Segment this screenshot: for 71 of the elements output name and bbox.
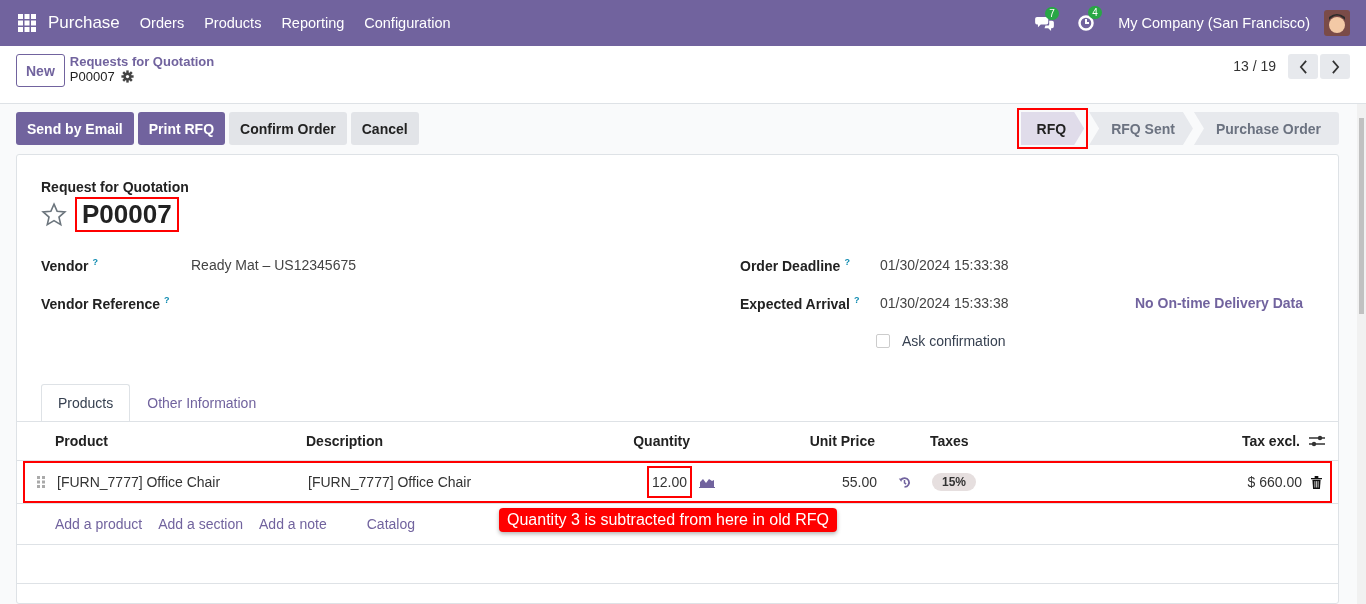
add-line-link[interactable]: Add a product	[55, 516, 143, 532]
table-cell-text: [FURN_7777] Office Chair	[308, 474, 473, 490]
add-line-link[interactable]: Catalog	[366, 516, 415, 532]
add-line-link[interactable]: Add a note	[259, 516, 327, 532]
column-header[interactable]: Tax excl.	[1100, 433, 1300, 449]
record-title: P00007	[75, 197, 179, 232]
form-subtitle: Request for Quotation	[41, 179, 190, 195]
nav-menu-item[interactable]: Orders	[139, 15, 185, 31]
notebook-tab[interactable]: Other Information	[130, 384, 274, 421]
column-header[interactable]: Quantity	[560, 433, 690, 449]
status-stage[interactable]: RFQ Sent	[1089, 112, 1193, 145]
history-icon[interactable]	[898, 475, 911, 489]
action-button[interactable]: Send by Email	[16, 112, 134, 145]
column-header[interactable]: Product	[55, 433, 306, 449]
chevron-left-icon	[1298, 59, 1308, 74]
field-label: Vendor Reference	[41, 295, 161, 312]
breadcrumb-link[interactable]: Requests for Quotation	[69, 54, 215, 69]
status-stage[interactable]: RFQ	[1020, 112, 1085, 145]
pager-counter: 13 / 19	[1233, 58, 1276, 74]
order-line-row[interactable]: [FURN_7777] Office Chair [FURN_7777] Office Chair 12.00 55.00 15% $ 660.00	[23, 461, 1332, 503]
drag-handle-icon[interactable]	[37, 476, 45, 488]
nav-menu-item[interactable]: Reporting	[281, 15, 345, 31]
status-stage[interactable]: Purchase Order	[1193, 112, 1339, 145]
company-switcher[interactable]: My Company (San Francisco)	[1118, 15, 1310, 31]
clock-icon[interactable]	[1078, 15, 1095, 31]
on-time-delivery-link[interactable]: No On-time Delivery Data	[1134, 295, 1303, 311]
table-cell-text: 55.00	[840, 474, 877, 490]
field-value[interactable]: 01/30/2024 15:33:38	[880, 257, 1009, 273]
apps-menu-icon[interactable]	[18, 14, 36, 32]
record-name: P00007	[69, 69, 115, 84]
nav-menu-item[interactable]: Products	[204, 15, 262, 31]
table-cell-text: [FURN_7777] Office Chair	[57, 474, 222, 490]
activity-count-badge: 4	[1088, 6, 1102, 19]
field-label: Expected Arrival	[740, 295, 850, 312]
column-header[interactable]: Unit Price	[720, 433, 875, 449]
action-button[interactable]: Print RFQ	[137, 112, 226, 145]
message-count-badge: 7	[1045, 6, 1059, 20]
trash-icon[interactable]	[1310, 475, 1322, 489]
table-cell-text: $ 660.00	[1246, 474, 1302, 490]
help-tooltip[interactable]: ?	[854, 294, 860, 305]
column-header[interactable]: Taxes	[930, 433, 1100, 449]
quantity-cell: 12.00	[646, 466, 692, 498]
nav-menu-item[interactable]: Configuration	[364, 15, 451, 31]
column-header[interactable]: Description	[306, 433, 560, 449]
column-settings-icon[interactable]	[1309, 434, 1325, 448]
scrollbar[interactable]	[1357, 104, 1366, 604]
help-tooltip[interactable]: ?	[92, 256, 98, 267]
next-button[interactable]	[1320, 54, 1350, 79]
help-tooltip[interactable]: ?	[164, 294, 170, 305]
field-label: Order Deadline	[740, 257, 841, 274]
tax-tag: 15%	[932, 473, 977, 491]
action-button[interactable]: Cancel	[350, 112, 419, 145]
user-avatar-icon[interactable]	[1324, 10, 1350, 36]
help-tooltip[interactable]: ?	[844, 256, 850, 267]
field-label: Vendor	[41, 257, 89, 274]
chevron-right-icon	[1330, 59, 1340, 74]
settings-icon[interactable]	[120, 70, 134, 83]
previous-button[interactable]	[1288, 54, 1318, 79]
notebook-tab[interactable]: Products	[41, 384, 131, 421]
annotation-callout: Quantity 3 is subtracted from here in old RFQ	[499, 508, 837, 532]
action-button[interactable]: Confirm Order	[229, 112, 347, 145]
add-line-link[interactable]: Add a section	[158, 516, 243, 532]
area-chart-icon[interactable]	[699, 476, 715, 488]
app-name[interactable]: Purchase	[48, 13, 120, 33]
checkbox-label[interactable]: Ask confirmation	[902, 333, 1006, 349]
chat-bubbles-icon[interactable]	[1035, 15, 1055, 31]
field-value[interactable]: Ready Mat – US12345675	[191, 257, 356, 273]
star-icon[interactable]	[41, 201, 67, 228]
checkbox[interactable]	[876, 334, 890, 348]
field-value[interactable]: 01/30/2024 15:33:38	[880, 295, 1009, 311]
new-button[interactable]: New	[16, 54, 65, 87]
